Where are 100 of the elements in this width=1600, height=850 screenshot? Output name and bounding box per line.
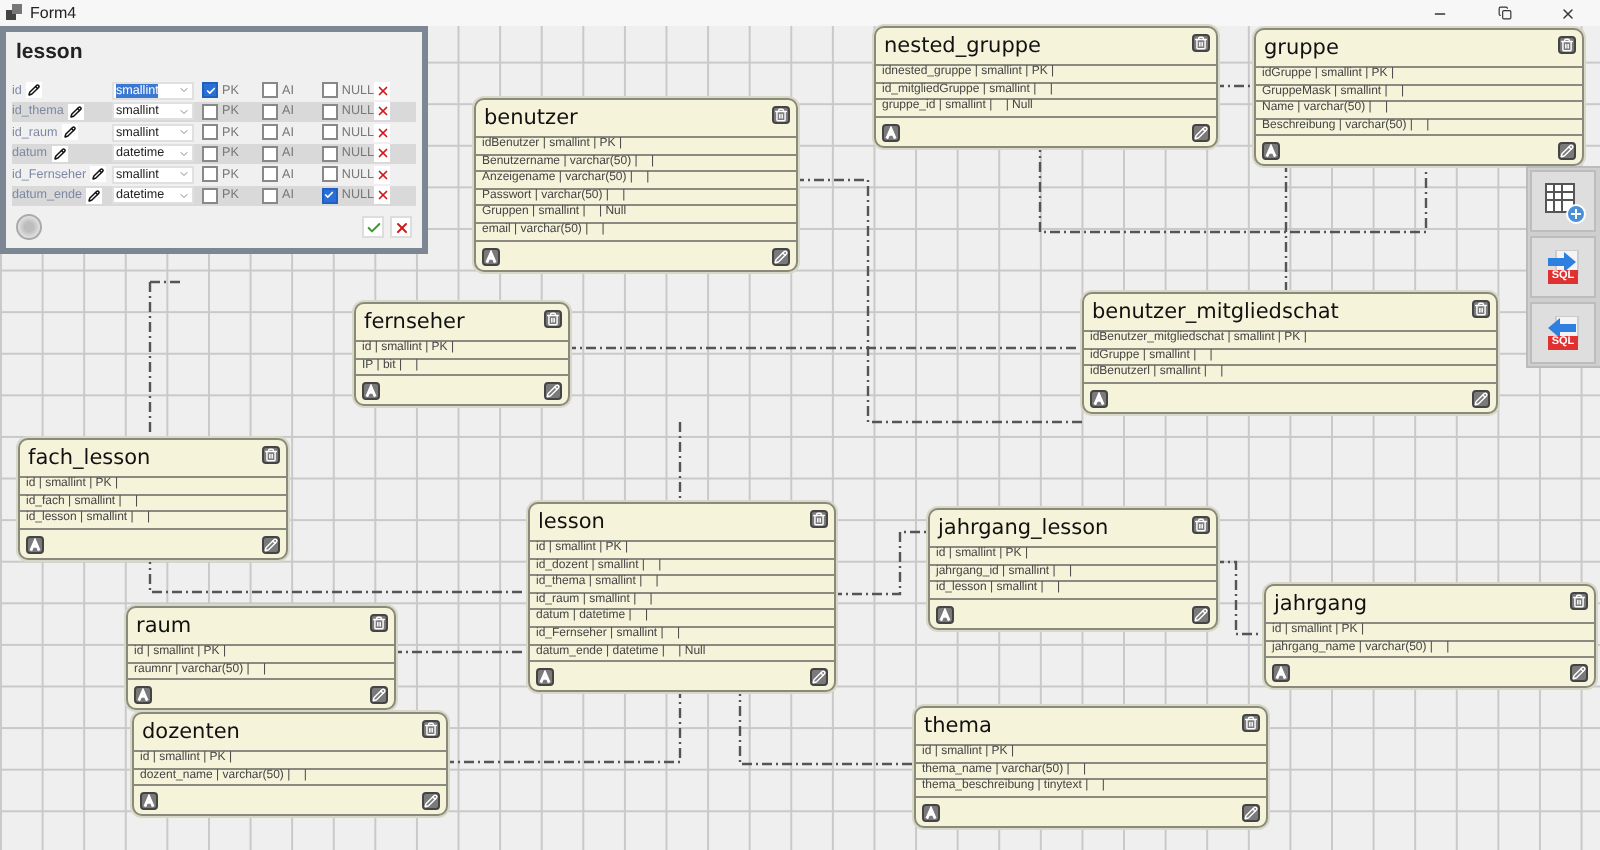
pencil-icon — [812, 670, 826, 685]
close-icon — [375, 146, 389, 161]
pencil-icon — [1572, 666, 1586, 681]
trash-icon — [1572, 594, 1586, 608]
pencil-icon — [92, 168, 105, 181]
pencil-icon — [1474, 391, 1488, 406]
delete-button[interactable] — [262, 446, 280, 464]
delete-button[interactable] — [544, 310, 562, 328]
trash-icon — [1194, 518, 1208, 532]
restore-icon — [1497, 6, 1511, 20]
table-title: jahrgang — [1274, 592, 1368, 616]
delete-column-button[interactable] — [374, 186, 390, 205]
edit-button[interactable] — [1570, 664, 1588, 683]
trash-icon — [1560, 38, 1574, 52]
edit-button[interactable] — [772, 247, 790, 266]
connector-line — [392, 650, 528, 654]
rename-button[interactable] — [25, 82, 42, 99]
window-title: Form4 — [30, 4, 77, 22]
arrow-up-icon — [1274, 666, 1288, 681]
rename-button[interactable] — [61, 124, 78, 141]
relation-button[interactable] — [362, 382, 380, 401]
relation-button[interactable] — [140, 792, 158, 811]
connector-line — [1214, 84, 1254, 88]
relation-button[interactable] — [1090, 389, 1108, 408]
edit-button[interactable] — [422, 792, 440, 811]
trash-icon — [1194, 36, 1208, 50]
connector-line — [1214, 560, 1264, 636]
pencil-icon — [69, 105, 82, 118]
pencil-icon — [372, 688, 386, 703]
arrow-up-icon — [938, 607, 952, 622]
add-table-button[interactable] — [1530, 170, 1596, 232]
trash-icon — [546, 312, 560, 326]
pencil-icon — [774, 249, 788, 264]
relation-button[interactable] — [26, 535, 44, 554]
pencil-icon — [27, 84, 40, 97]
rename-button[interactable] — [67, 103, 84, 120]
trash-icon — [774, 108, 788, 122]
edit-button[interactable] — [544, 382, 562, 401]
pencil-icon — [1194, 125, 1208, 140]
check-icon — [365, 219, 381, 235]
delete-column-button[interactable] — [374, 123, 390, 142]
arrow-up-icon — [538, 670, 552, 685]
delete-button[interactable] — [772, 106, 790, 124]
delete-button[interactable] — [422, 720, 440, 738]
delete-button[interactable] — [1570, 592, 1588, 610]
delete-button[interactable] — [1558, 36, 1576, 54]
pencil-icon — [63, 126, 76, 139]
close-icon — [375, 104, 389, 119]
pencil-icon — [1194, 607, 1208, 622]
trash-icon — [424, 722, 438, 736]
edit-button[interactable] — [1558, 142, 1576, 161]
edit-button[interactable] — [370, 686, 388, 705]
trash-icon — [1244, 716, 1258, 730]
delete-button[interactable] — [1192, 516, 1210, 534]
close-icon — [375, 167, 389, 182]
arrow-up-icon — [1264, 144, 1278, 159]
relation-button[interactable] — [482, 247, 500, 266]
close-icon — [393, 219, 409, 235]
pencil-icon — [1560, 144, 1574, 159]
table-title: fernseher — [364, 310, 465, 334]
delete-button[interactable] — [1242, 714, 1260, 732]
delete-button[interactable] — [370, 614, 388, 632]
delete-column-button[interactable] — [374, 81, 390, 100]
confirm-button[interactable] — [362, 216, 384, 238]
table-title: fach_lesson — [28, 446, 151, 470]
relation-button[interactable] — [1272, 664, 1290, 683]
arrow-up-icon — [136, 688, 150, 703]
close-icon — [375, 83, 389, 98]
table-title: thema — [924, 714, 992, 738]
delete-button[interactable] — [1192, 34, 1210, 52]
arrow-up-icon — [1092, 391, 1106, 406]
table-title: gruppe — [1264, 36, 1339, 60]
cancel-button[interactable] — [390, 216, 412, 238]
rename-button[interactable] — [51, 145, 68, 162]
relation-button[interactable] — [134, 686, 152, 705]
delete-column-button[interactable] — [374, 165, 390, 184]
delete-button[interactable] — [1472, 300, 1490, 318]
relation-button[interactable] — [1262, 142, 1280, 161]
arrow-up-icon — [924, 805, 938, 820]
delete-column-button[interactable] — [374, 102, 390, 121]
table-title: nested_gruppe — [884, 34, 1042, 58]
relation-button[interactable] — [882, 123, 900, 142]
edit-button[interactable] — [1242, 803, 1260, 822]
relation-button[interactable] — [936, 605, 954, 624]
edit-button[interactable] — [1192, 123, 1210, 142]
relation-button[interactable] — [536, 668, 554, 687]
trash-icon — [812, 512, 826, 526]
pencil-icon — [1244, 805, 1258, 820]
edit-button[interactable] — [810, 668, 828, 687]
edit-button[interactable] — [262, 535, 280, 554]
edit-button[interactable] — [1472, 389, 1490, 408]
relation-button[interactable] — [922, 803, 940, 822]
arrow-up-icon — [884, 125, 898, 140]
delete-button[interactable] — [810, 510, 828, 528]
edit-button[interactable] — [1192, 605, 1210, 624]
arrow-up-icon — [364, 384, 378, 399]
rename-button[interactable] — [86, 187, 103, 204]
delete-column-button[interactable] — [374, 144, 390, 163]
rename-button[interactable] — [90, 166, 107, 183]
arrow-right-icon — [1545, 250, 1581, 274]
